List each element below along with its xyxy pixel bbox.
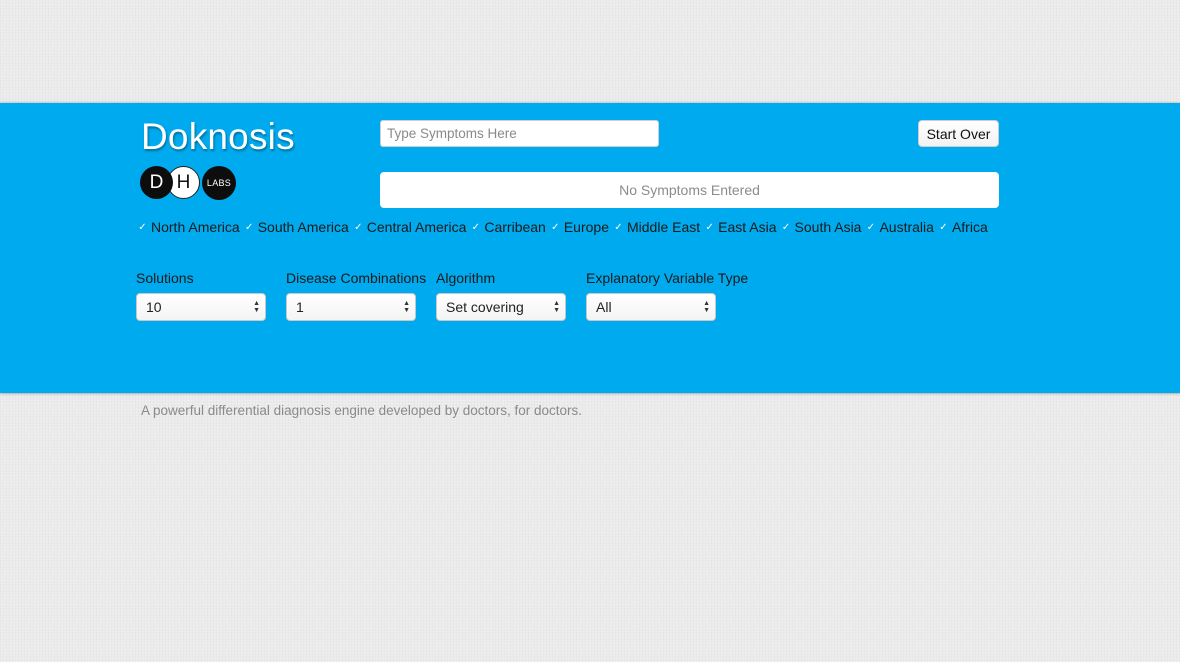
algorithm-label: Algorithm [436, 270, 496, 286]
checkmark-icon[interactable]: ✓ [550, 222, 560, 232]
region-checkbox-east-asia[interactable]: ✓ East Asia [704, 219, 778, 235]
symptoms-list-box: No Symptoms Entered [380, 172, 999, 208]
region-checkbox-south-asia[interactable]: ✓ South Asia [781, 219, 864, 235]
region-checkbox-south-america[interactable]: ✓ South America [244, 219, 351, 235]
logo-labs-circle: LABS [202, 166, 236, 200]
disease-combinations-value: 1 [296, 299, 304, 315]
checkmark-icon[interactable]: ✓ [866, 222, 876, 232]
explanatory-variable-value: All [596, 299, 612, 315]
region-checkbox-africa[interactable]: ✓ Africa [938, 219, 990, 235]
algorithm-value: Set covering [446, 299, 524, 315]
explanatory-variable-label: Explanatory Variable Type [586, 270, 749, 286]
solutions-select[interactable]: 10 ▲ ▼ [136, 293, 266, 321]
solutions-value: 10 [146, 299, 162, 315]
disease-combinations-select[interactable]: 1 ▲ ▼ [286, 293, 416, 321]
region-checkbox-carribean[interactable]: ✓ Carribean [470, 219, 547, 235]
region-filter-list: ✓ North America ✓ South America ✓ Central A… [137, 219, 992, 235]
select-arrows-icon: ▲ ▼ [553, 300, 560, 314]
checkmark-icon[interactable]: ✓ [938, 222, 948, 232]
app-title: Doknosis [141, 116, 295, 157]
symptom-search-input[interactable] [380, 120, 659, 147]
checkmark-icon[interactable]: ✓ [781, 222, 791, 232]
algorithm-control: Algorithm Set covering ▲ ▼ [436, 270, 566, 321]
tagline: A powerful differential diagnosis engine… [141, 403, 583, 418]
explanatory-variable-control: Explanatory Variable Type All ▲ ▼ [586, 270, 748, 321]
solutions-control: Solutions 10 ▲ ▼ [136, 270, 266, 321]
checkmark-icon[interactable]: ✓ [353, 222, 363, 232]
start-over-button[interactable]: Start Over [918, 120, 999, 147]
checkmark-icon[interactable]: ✓ [244, 222, 254, 232]
select-arrows-icon: ▲ ▼ [403, 300, 410, 314]
checkmark-icon[interactable]: ✓ [705, 222, 715, 232]
checkmark-icon[interactable]: ✓ [614, 222, 623, 232]
algorithm-select[interactable]: Set covering ▲ ▼ [436, 293, 566, 321]
dh-labs-logo: D H LABS [140, 166, 240, 202]
select-arrows-icon: ▲ ▼ [703, 300, 710, 314]
region-checkbox-europe[interactable]: ✓ Europe [550, 219, 611, 235]
region-checkbox-australia[interactable]: ✓ Australia [865, 219, 935, 235]
disease-combinations-label: Disease Combinations [286, 270, 427, 286]
explanatory-variable-select[interactable]: All ▲ ▼ [586, 293, 716, 321]
disease-combinations-control: Disease Combinations 1 ▲ ▼ [286, 270, 426, 321]
solutions-label: Solutions [136, 270, 194, 286]
checkmark-icon[interactable]: ✓ [471, 222, 481, 232]
region-checkbox-middle-east[interactable]: ✓ Middle East [613, 219, 702, 235]
select-arrows-icon: ▲ ▼ [253, 300, 260, 314]
region-checkbox-central-america[interactable]: ✓ Central America [353, 219, 469, 235]
region-checkbox-north-america[interactable]: ✓ North America [137, 219, 242, 235]
checkmark-icon[interactable]: ✓ [138, 222, 147, 232]
logo-d-circle: D [140, 166, 173, 199]
symptoms-status-text: No Symptoms Entered [619, 182, 760, 198]
